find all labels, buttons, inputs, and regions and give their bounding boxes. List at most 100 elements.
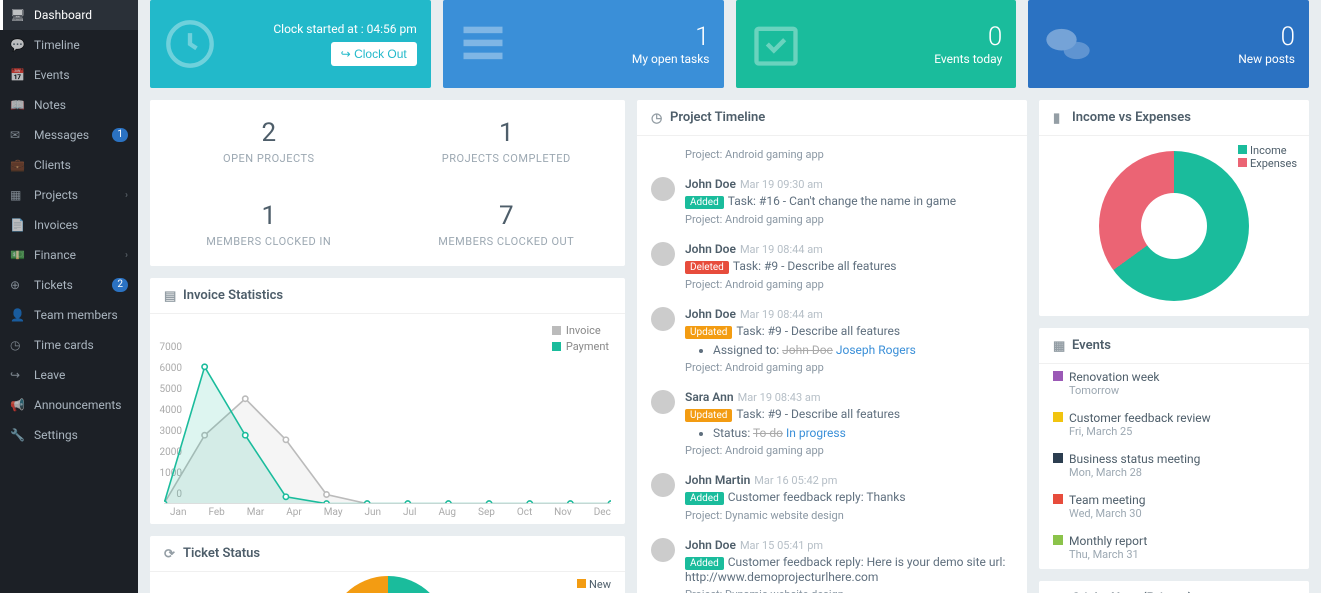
calendar-check-icon bbox=[750, 18, 802, 70]
nav-announcements[interactable]: 📢Announcements bbox=[0, 390, 138, 420]
bar-chart-icon: ▮ bbox=[1053, 111, 1066, 124]
timeline-user[interactable]: John Doe bbox=[685, 242, 736, 256]
event-item[interactable]: Business status meetingMon, March 28 bbox=[1039, 446, 1309, 487]
avatar bbox=[651, 242, 675, 266]
timeline-user[interactable]: John Doe bbox=[685, 177, 736, 191]
timeline-user[interactable]: Sara Ann bbox=[685, 390, 734, 404]
stat-clocked-in[interactable]: 1MEMBERS CLOCKED IN bbox=[150, 183, 388, 266]
nav-label: Settings bbox=[34, 428, 78, 442]
chevron-right-icon: › bbox=[125, 190, 128, 201]
event-item[interactable]: Customer feedback reviewFri, March 25 bbox=[1039, 405, 1309, 446]
nav-leave[interactable]: ↪ Leave bbox=[0, 360, 138, 390]
nav-settings[interactable]: 🔧 Settings bbox=[0, 420, 138, 450]
nav-label: Invoices bbox=[34, 218, 78, 232]
timeline-timestamp: Mar 19 08:43 am bbox=[738, 391, 821, 404]
timeline-item: John MartinMar 16 05:42 pm AddedCustomer… bbox=[637, 465, 1027, 530]
nav-badge: 2 bbox=[112, 278, 128, 292]
avatar bbox=[651, 473, 675, 497]
user-icon: 👤 bbox=[10, 308, 26, 322]
event-item[interactable]: Monthly reportThu, March 31 bbox=[1039, 528, 1309, 569]
timeline-item: John DoeMar 15 05:41 pm AddedCustomer fe… bbox=[637, 530, 1027, 593]
nav-tickets[interactable]: ⊕Tickets2 bbox=[0, 270, 138, 300]
nav-label: Projects bbox=[34, 188, 78, 202]
ticket-status-panel: ⟳Ticket Status New bbox=[150, 536, 625, 593]
timeline-user[interactable]: John Doe bbox=[685, 538, 736, 552]
calendar-icon: 📅 bbox=[10, 68, 26, 82]
signout-icon: ↪ bbox=[10, 368, 26, 382]
clock-out-button[interactable]: ↪ Clock Out bbox=[331, 42, 417, 66]
timeline-item: Sara AnnMar 19 08:43 am UpdatedTask: #9 … bbox=[637, 382, 1027, 465]
nav-label: Events bbox=[34, 68, 70, 82]
timeline-list: Project: Android gaming app John DoeMar … bbox=[637, 136, 1027, 593]
timeline-project: Project: Dynamic website design bbox=[685, 509, 1013, 522]
nav-label: Leave bbox=[34, 368, 65, 382]
tag-added: Added bbox=[685, 196, 724, 209]
nav-finance[interactable]: 💵Finance› bbox=[0, 240, 138, 270]
nav-label: Announcements bbox=[34, 398, 121, 412]
avatar bbox=[651, 390, 675, 414]
nav-projects[interactable]: ▦ Projects › bbox=[0, 180, 138, 210]
event-color-dot bbox=[1053, 412, 1063, 422]
tag-deleted: Deleted bbox=[685, 261, 729, 274]
event-color-dot bbox=[1053, 494, 1063, 504]
nav-clients[interactable]: 💼 Clients bbox=[0, 150, 138, 180]
list-icon bbox=[457, 18, 509, 70]
chart-icon: ▤ bbox=[164, 289, 177, 302]
stat-projects-completed[interactable]: 1PROJECTS COMPLETED bbox=[388, 100, 626, 183]
income-donut: Income Expenses bbox=[1039, 136, 1309, 316]
tag-updated: Updated bbox=[685, 409, 732, 422]
timeline-project: Project: Android gaming app bbox=[685, 444, 1013, 457]
nav-events[interactable]: 📅 Events bbox=[0, 60, 138, 90]
tile-clock: Clock started at : 04:56 pm ↪ Clock Out bbox=[150, 0, 431, 88]
nav-dashboard[interactable]: 🖥Dashboard bbox=[0, 0, 138, 30]
tile-open-tasks[interactable]: 1My open tasks bbox=[443, 0, 724, 88]
clock-icon: ◷ bbox=[651, 111, 664, 124]
nav-label: Team members bbox=[34, 308, 118, 322]
refresh-icon: ⟳ bbox=[164, 547, 177, 560]
nav-label: Time cards bbox=[34, 338, 94, 352]
timeline-user[interactable]: John Martin bbox=[685, 473, 750, 487]
nav-invoices[interactable]: 📄 Invoices bbox=[0, 210, 138, 240]
sticky-note-panel: ✎Sticky Note (Private) bbox=[1039, 581, 1309, 593]
timeline-timestamp: Mar 19 09:30 am bbox=[740, 178, 823, 191]
timeline-project: Project: Android gaming app bbox=[685, 213, 1013, 226]
nav-notes[interactable]: 📖Notes bbox=[0, 90, 138, 120]
tile-events-today[interactable]: 0Events today bbox=[736, 0, 1017, 88]
wrench-icon: 🔧 bbox=[10, 428, 26, 442]
nav-team-members[interactable]: 👤 Team members bbox=[0, 300, 138, 330]
nav-label: Messages bbox=[34, 128, 89, 142]
nav-label: Finance bbox=[34, 248, 76, 262]
timeline-user[interactable]: John Doe bbox=[685, 307, 736, 321]
project-timeline-panel: ◷Project Timeline Project: Android gamin… bbox=[637, 100, 1027, 593]
event-item[interactable]: Team meetingWed, March 30 bbox=[1039, 487, 1309, 528]
ticket-pie: New bbox=[150, 572, 625, 593]
briefcase-icon: 💼 bbox=[10, 158, 26, 172]
sidebar: 🖥Dashboard💬Timeline📅Events📖Notes✉Message… bbox=[0, 0, 138, 593]
file-icon: 📄 bbox=[10, 218, 26, 232]
timeline-project: Project: Android gaming app bbox=[685, 361, 1013, 374]
timeline-item: John DoeMar 19 09:30 am AddedTask: #16 -… bbox=[637, 169, 1027, 234]
timeline-item: John DoeMar 19 08:44 am DeletedTask: #9 … bbox=[637, 234, 1027, 299]
event-item[interactable]: Renovation weekTomorrow bbox=[1039, 364, 1309, 405]
calendar-icon: ▦ bbox=[1053, 339, 1066, 352]
nav-timeline[interactable]: 💬Timeline bbox=[0, 30, 138, 60]
nav-label: Timeline bbox=[34, 38, 80, 52]
stat-open-projects[interactable]: 2OPEN PROJECTS bbox=[150, 100, 388, 183]
nav-label: Clients bbox=[34, 158, 71, 172]
main: Clock started at : 04:56 pm ↪ Clock Out … bbox=[138, 0, 1321, 593]
nav-time-cards[interactable]: ◷Time cards bbox=[0, 330, 138, 360]
nav-label: Tickets bbox=[34, 278, 73, 292]
invoice-chart: Invoice Payment 700060005000400030002000… bbox=[150, 314, 625, 524]
avatar bbox=[651, 538, 675, 562]
timeline-project: Project: Dynamic website design bbox=[685, 588, 1013, 593]
comments-icon bbox=[1042, 18, 1094, 70]
grid-icon: ▦ bbox=[10, 188, 26, 202]
timeline-timestamp: Mar 19 08:44 am bbox=[740, 308, 823, 321]
tile-new-posts[interactable]: 0New posts bbox=[1028, 0, 1309, 88]
invoice-statistics-panel: ▤Invoice Statistics Invoice Payment 7000… bbox=[150, 278, 625, 524]
nav-label: Dashboard bbox=[34, 8, 92, 22]
nav-badge: 1 bbox=[112, 128, 128, 142]
nav-messages[interactable]: ✉Messages1 bbox=[0, 120, 138, 150]
stat-clocked-out[interactable]: 7MEMBERS CLOCKED OUT bbox=[388, 183, 626, 266]
avatar bbox=[651, 307, 675, 331]
